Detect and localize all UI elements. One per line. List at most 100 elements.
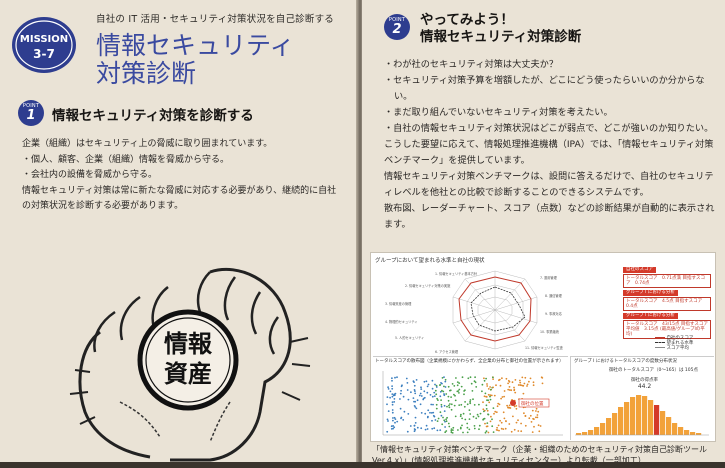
point-1-badge: POINT 1 bbox=[18, 100, 44, 126]
scatter-point bbox=[432, 403, 434, 406]
scatter-point bbox=[486, 399, 488, 402]
scatter-point bbox=[452, 426, 455, 429]
histogram-bar bbox=[666, 417, 672, 435]
mission-subtitle: 自社の IT 活用・セキュリティ対策状況を自己診断する bbox=[96, 14, 334, 25]
scatter-point bbox=[490, 394, 493, 397]
scatter-title: トータルスコアの散布図（企業規模にかかわらず、全企業の分布と御社の位置が示されま… bbox=[375, 359, 564, 364]
scatter-point bbox=[503, 395, 505, 398]
scatter-point bbox=[391, 385, 393, 387]
scatter-point bbox=[493, 412, 495, 415]
histogram-bar bbox=[612, 413, 618, 435]
scatter-point bbox=[531, 409, 534, 412]
scatter-point bbox=[446, 416, 448, 419]
histogram-bar bbox=[594, 427, 600, 435]
scatter-point bbox=[427, 383, 430, 386]
scatter-point bbox=[510, 430, 513, 433]
histogram-bar bbox=[618, 407, 624, 435]
scatter-point bbox=[391, 393, 394, 395]
scatter-point bbox=[461, 376, 464, 379]
scatter-point bbox=[439, 384, 441, 386]
scatter-point bbox=[391, 403, 394, 406]
scatter-point bbox=[387, 386, 389, 389]
scatter-point bbox=[488, 401, 491, 404]
histogram-canvas bbox=[575, 395, 709, 436]
section-heading: 情報セキュリティ対策を診断する bbox=[52, 108, 254, 124]
heading-line-1: やってみよう！ bbox=[420, 12, 514, 28]
scatter-point bbox=[429, 394, 432, 396]
scatter-point bbox=[463, 390, 465, 392]
scatter-point bbox=[474, 376, 476, 379]
scatter-point bbox=[415, 407, 418, 410]
scatter-point bbox=[507, 388, 510, 391]
scatter-point bbox=[495, 411, 498, 414]
scatter-point bbox=[400, 416, 403, 419]
scatter-point bbox=[454, 399, 457, 402]
scatter-point bbox=[466, 431, 469, 434]
histogram-bar bbox=[576, 433, 582, 435]
book-bottom-edge bbox=[0, 462, 725, 468]
scatter-point bbox=[457, 429, 459, 431]
scatter-point bbox=[406, 389, 409, 391]
scatter-point bbox=[489, 388, 492, 391]
body-paragraph: 散布図、レーダーチャート、スコア（点数）などの診断結果が自動的に表示されます。 bbox=[384, 203, 715, 230]
scatter-point bbox=[539, 425, 542, 427]
scatter-point bbox=[512, 415, 514, 418]
scatter-point bbox=[503, 417, 506, 420]
scatter-point bbox=[423, 390, 426, 393]
scatter-point bbox=[402, 419, 405, 421]
scatter-point bbox=[524, 414, 527, 417]
scatter-point bbox=[416, 426, 419, 429]
scatter-point bbox=[431, 387, 434, 390]
scatter-point bbox=[450, 396, 452, 398]
scatter-point bbox=[447, 399, 450, 402]
scatter-point bbox=[399, 398, 401, 400]
scatter-point bbox=[440, 399, 442, 401]
scatter-point bbox=[489, 395, 491, 398]
legend-box: トータルスコア 4.5点 目指すスコア 0.4点 bbox=[623, 297, 711, 311]
scatter-point bbox=[447, 395, 450, 398]
scatter-point bbox=[475, 386, 478, 388]
svg-text:8. 通信管理: 8. 通信管理 bbox=[545, 293, 563, 298]
scatter-point bbox=[535, 407, 538, 410]
badge-word: MISSION bbox=[20, 34, 68, 45]
scatter-point bbox=[499, 384, 502, 387]
scatter-point bbox=[419, 403, 422, 406]
point-number: 2 bbox=[392, 22, 402, 37]
scatter-point bbox=[489, 386, 491, 388]
scatter-point bbox=[513, 428, 516, 431]
histogram-bar bbox=[636, 395, 642, 435]
scatter-point bbox=[462, 431, 464, 434]
scatter-point bbox=[391, 379, 393, 382]
scatter-point bbox=[494, 410, 497, 413]
scatter-point bbox=[514, 391, 517, 394]
scatter-point bbox=[392, 419, 394, 422]
scatter-point bbox=[414, 392, 417, 395]
scatter-point bbox=[466, 426, 469, 429]
histogram-bar bbox=[648, 400, 654, 435]
scatter-point bbox=[469, 376, 472, 379]
scatter-point bbox=[439, 395, 442, 398]
scatter-point bbox=[514, 379, 517, 381]
scatter-point bbox=[498, 378, 501, 381]
legend-box: トータルスコア 0.71点満 目指すスコア 0.74点 bbox=[623, 274, 711, 288]
scatter-point bbox=[456, 390, 459, 393]
scatter-point bbox=[410, 391, 412, 394]
scatter-point bbox=[439, 390, 442, 393]
scatter-point bbox=[498, 429, 500, 432]
scatter-point bbox=[507, 406, 509, 409]
scatter-point bbox=[399, 392, 402, 395]
scatter-point bbox=[431, 395, 434, 398]
histogram-bar bbox=[624, 402, 630, 435]
scatter-point bbox=[523, 382, 526, 385]
scatter-point bbox=[493, 394, 496, 397]
scatter-point bbox=[392, 417, 394, 419]
scatter-point bbox=[436, 397, 438, 400]
scatter-point bbox=[451, 383, 454, 385]
scatter-point bbox=[448, 406, 451, 409]
title-line-2: 対策診断 bbox=[96, 59, 197, 88]
scatter-point bbox=[537, 410, 540, 413]
scatter-point bbox=[440, 414, 443, 417]
scatter-point bbox=[486, 422, 489, 424]
scatter-point bbox=[393, 401, 396, 403]
scatter-point bbox=[523, 412, 525, 415]
